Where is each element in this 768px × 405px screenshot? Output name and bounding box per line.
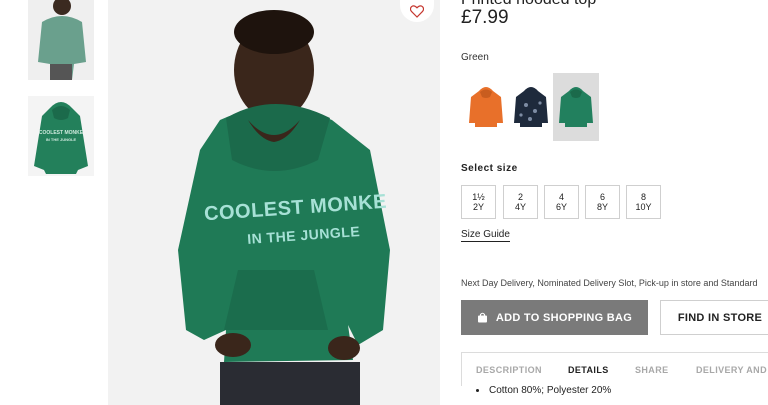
size-option-line2: 10Y — [635, 202, 652, 212]
heart-icon — [410, 4, 424, 18]
size-option-line2: 2Y — [472, 202, 484, 212]
find-in-store-button[interactable]: FIND IN STORE — [660, 300, 768, 335]
size-option-line1: 2 — [517, 192, 523, 202]
thumbnail-1-image — [28, 0, 94, 80]
size-option-10y[interactable]: 8 10Y — [626, 185, 661, 219]
orange-hoodie-icon — [469, 87, 503, 127]
main-product-image: COOLEST MONKE IN THE JUNGLE — [108, 0, 440, 405]
size-option-line1: 1½ — [472, 192, 485, 202]
bullet-icon — [476, 388, 479, 392]
shopping-bag-icon — [477, 312, 487, 323]
navy-hoodie-icon — [514, 87, 548, 127]
product-details-panel: Printed hooded top £7.99 Green Select si… — [440, 0, 768, 405]
size-option-line1: 4 — [558, 192, 564, 202]
size-option-line1: 8 — [640, 192, 646, 202]
composition-list-item: Cotton 80%; Polyester 20% — [476, 385, 611, 396]
size-option-line2: 6Y — [555, 202, 567, 212]
thumbnail-1[interactable] — [28, 0, 94, 80]
add-to-bag-button[interactable]: ADD TO SHOPPING BAG — [461, 300, 648, 335]
size-option-line2: 4Y — [514, 202, 526, 212]
tab-details[interactable]: DETAILS — [568, 353, 609, 387]
thumbnail-strip: COOLEST MONKE IN THE JUNGLE — [0, 0, 108, 405]
size-picker-label: Select size — [461, 163, 518, 174]
thumbnail-2-image: COOLEST MONKE IN THE JUNGLE — [28, 96, 94, 176]
color-swatch-navy[interactable] — [508, 73, 554, 141]
tab-share[interactable]: SHARE — [635, 353, 669, 387]
find-in-store-label: FIND IN STORE — [677, 311, 763, 324]
size-option-4y[interactable]: 2 4Y — [503, 185, 538, 219]
color-swatch-green[interactable] — [553, 73, 599, 141]
size-option-8y[interactable]: 6 8Y — [585, 185, 620, 219]
delivery-info: Next Day Delivery, Nominated Delivery Sl… — [461, 278, 758, 288]
thumbnail-2-print-line2: IN THE JUNGLE — [46, 137, 77, 142]
size-option-2y[interactable]: 1½ 2Y — [461, 185, 496, 219]
product-info-tabs: DESCRIPTION DETAILS SHARE DELIVERY AND P — [461, 352, 768, 386]
size-option-line2: 8Y — [596, 202, 608, 212]
size-option-line1: 6 — [599, 192, 605, 202]
model-in-hoodie-image: COOLEST MONKE IN THE JUNGLE — [108, 0, 440, 405]
tab-description[interactable]: DESCRIPTION — [476, 353, 542, 387]
selected-color-label: Green — [461, 52, 489, 63]
size-guide-link[interactable]: Size Guide — [461, 229, 510, 242]
tab-delivery[interactable]: DELIVERY AND P — [696, 353, 768, 387]
size-option-6y[interactable]: 4 6Y — [544, 185, 579, 219]
thumbnail-2-print-line1: COOLEST MONKE — [39, 130, 84, 136]
green-hoodie-icon — [559, 87, 593, 127]
composition-text: Cotton 80%; Polyester 20% — [489, 385, 612, 396]
product-price: £7.99 — [461, 7, 509, 28]
add-to-bag-label: ADD TO SHOPPING BAG — [495, 311, 633, 324]
color-swatch-orange[interactable] — [463, 73, 509, 141]
thumbnail-2[interactable]: COOLEST MONKE IN THE JUNGLE — [28, 96, 94, 176]
